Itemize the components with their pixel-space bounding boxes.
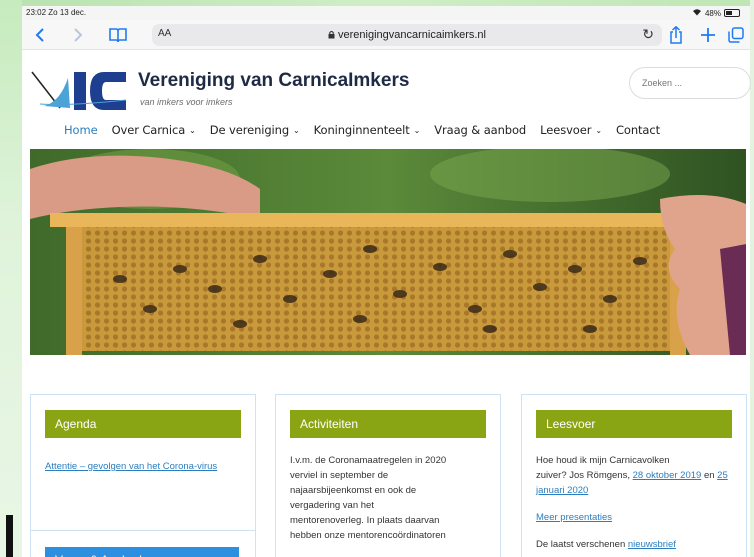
back-button[interactable] xyxy=(30,24,50,46)
leesvoer-last: De laatst verschenen nieuwsbrief xyxy=(536,539,676,550)
frame-edge-mark xyxy=(6,515,13,557)
nav-item-leesvoer[interactable]: Leesvoer ⌄ xyxy=(540,123,602,137)
leesvoer-link-oktober[interactable]: 28 oktober 2019 xyxy=(633,470,702,481)
meer-presentaties-link[interactable]: Meer presentaties xyxy=(536,512,612,523)
url-text: verenigingvancarnicaimkers.nl xyxy=(152,29,662,41)
nav-item-contact[interactable]: Contact xyxy=(616,123,660,137)
widget-agenda-title: Agenda xyxy=(45,410,241,438)
leesvoer-text: Hoe houd ik mijn Carnicavolken xyxy=(536,455,670,466)
browser-toolbar: AA verenigingvancarnicaimkers.nl ↻ xyxy=(22,20,750,50)
battery-icon xyxy=(724,9,740,17)
widget-activiteiten-body: I.v.m. de Coronamaatregelen in 2020 verv… xyxy=(290,453,490,543)
nieuwsbrief-link[interactable]: nieuwsbrief xyxy=(628,539,676,550)
battery-percent: 48% xyxy=(704,8,721,18)
activiteiten-line: verviel in september de xyxy=(290,470,389,481)
forward-button[interactable] xyxy=(68,24,88,46)
activiteiten-line: najaarsbijeenkomst en ook de xyxy=(290,485,417,496)
status-right: 48% xyxy=(692,8,740,18)
nav-item-home[interactable]: Home xyxy=(64,123,98,137)
search-input[interactable] xyxy=(630,68,750,98)
widget-activiteiten-title: Activiteiten xyxy=(290,410,486,438)
share-button[interactable] xyxy=(664,24,688,46)
search-field[interactable] xyxy=(629,67,751,99)
status-time: 23:02 Zo 13 dec. xyxy=(26,8,87,17)
widget-leesvoer-title: Leesvoer xyxy=(536,410,732,438)
activiteiten-line: vergadering van het xyxy=(290,500,374,511)
nav-item-over-carnica[interactable]: Over Carnica ⌄ xyxy=(112,123,196,137)
status-bar: 23:02 Zo 13 dec. 48% xyxy=(22,6,750,20)
widget-vraag-aanbod: Vraag & Aanbod xyxy=(30,530,256,557)
leesvoer-text-2: zuiver? Jos Römgens, 28 oktober 2019 en … xyxy=(536,470,728,496)
widget-agenda-body: Attentie – gevolgen van het Corona-virus xyxy=(45,459,235,474)
share-icon xyxy=(670,26,682,44)
agenda-link[interactable]: Attentie – gevolgen van het Corona-virus xyxy=(45,461,217,472)
activiteiten-line: hebben onze mentorencoördinatoren xyxy=(290,530,446,541)
reload-icon[interactable]: ↻ xyxy=(642,26,654,43)
widget-leesvoer: Leesvoer Hoe houd ik mijn Carnicavolken … xyxy=(521,394,747,557)
new-tab-button[interactable] xyxy=(696,24,720,46)
chevron-down-icon: ⌄ xyxy=(189,125,196,135)
hero-image xyxy=(30,149,746,355)
activiteiten-line: I.v.m. de Coronamaatregelen in 2020 xyxy=(290,455,447,466)
photo-frame-left xyxy=(0,0,22,557)
chevron-right-icon xyxy=(74,28,83,42)
chevron-left-icon xyxy=(35,28,44,42)
tabs-button[interactable] xyxy=(725,24,747,46)
nav-item-koninginnenteelt[interactable]: Koninginnenteelt ⌄ xyxy=(314,123,421,137)
site-title[interactable]: Vereniging van CarnicaImkers xyxy=(138,70,409,92)
nav-item-de-vereniging[interactable]: De vereniging ⌄ xyxy=(210,123,300,137)
address-bar[interactable]: AA verenigingvancarnicaimkers.nl ↻ xyxy=(152,24,662,46)
wifi-icon xyxy=(692,8,702,18)
bookmarks-button[interactable] xyxy=(106,24,130,46)
widget-leesvoer-body: Hoe houd ik mijn Carnicavolken zuiver? J… xyxy=(536,453,736,552)
plus-icon xyxy=(701,28,715,42)
chevron-down-icon: ⌄ xyxy=(595,125,602,135)
book-icon xyxy=(109,28,127,43)
lock-icon xyxy=(328,30,335,39)
widget-vraag-aanbod-title: Vraag & Aanbod xyxy=(45,547,239,557)
widget-activiteiten: Activiteiten I.v.m. de Coronamaatregelen… xyxy=(275,394,501,557)
chevron-down-icon: ⌄ xyxy=(413,125,421,135)
main-nav: Home Over Carnica ⌄ De vereniging ⌄ Koning… xyxy=(64,123,660,137)
chevron-down-icon: ⌄ xyxy=(293,125,300,135)
nav-item-vraag-aanbod[interactable]: Vraag & aanbod xyxy=(434,123,526,137)
tabs-icon xyxy=(728,27,744,43)
site-tagline: van imkers voor imkers xyxy=(140,97,233,107)
logo-icon[interactable] xyxy=(30,66,128,114)
activiteiten-line: mentorenoverleg. In plaats daarvan xyxy=(290,515,440,526)
